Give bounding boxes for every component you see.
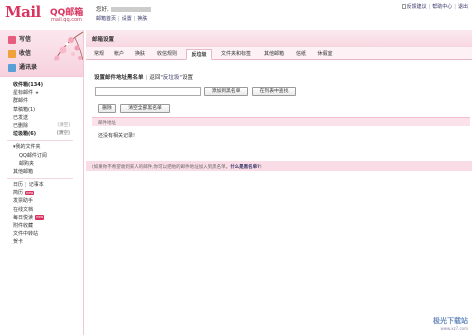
sidebar-item-attachments[interactable]: 附件收藏 (13, 222, 83, 230)
delete-button[interactable]: 删除 (98, 104, 116, 113)
sidebar-item-sent[interactable]: 已发送 (13, 114, 83, 122)
empty-state-message: 还没有相关记录! (98, 133, 136, 139)
header-links: 邮箱首页 | 设置 | 换肤 (96, 16, 148, 22)
link-skin[interactable]: 换肤 (137, 16, 147, 22)
inbox-button[interactable]: 收信 (8, 48, 50, 59)
qq-mail-logo[interactable]: Mail QQ邮箱 mail.qq.com (5, 3, 85, 27)
logo-domain: mail.qq.com (51, 17, 82, 23)
page-title: 邮箱设置 (92, 37, 115, 43)
tab-vacation[interactable]: 休假室 (313, 49, 337, 60)
sidebar-item-resume[interactable]: 简历 new (13, 189, 83, 197)
sidebar: 写信 收信 通讯录 收件箱(134) 星标邮件 ★ 群邮件 草稿箱(1) 已发送 … (0, 30, 84, 335)
user-greeting: 您好, (96, 5, 151, 13)
sidebar-item-spam[interactable]: 垃圾箱(6) [清空] (13, 130, 83, 138)
link-settings[interactable]: 设置 (122, 16, 132, 22)
tab-account[interactable]: 帐户 (110, 49, 128, 60)
sidebar-item-invoice[interactable]: 发票助手 (13, 197, 83, 205)
sidebar-item-calendar[interactable]: 日历 (13, 182, 23, 188)
sidebar-item-starred[interactable]: 星标邮件 ★ (13, 89, 83, 97)
blacklist-table-header: 邮件地址 (92, 117, 470, 126)
sidebar-item-subscription[interactable]: QQ邮件订阅 (13, 152, 83, 160)
write-button[interactable]: 写信 (8, 34, 50, 45)
contacts-icon (8, 63, 16, 72)
my-folders-toggle[interactable]: ▾我的文件夹 (13, 143, 83, 151)
envelope-icon (8, 49, 16, 58)
header: Mail QQ邮箱 mail.qq.com 您好, 邮箱首页 | 设置 | 换肤 反馈建… (0, 0, 474, 30)
top-right-links: 反馈建议 | 帮助中心 | 退出 (401, 3, 468, 10)
calendar-notebook-row: 日历 | 记事本 (13, 182, 44, 189)
pencil-icon (8, 35, 16, 44)
feedback-icon (401, 4, 406, 9)
site-watermark: 极光下载站 www.xz7.com (433, 317, 468, 331)
user-name-redacted (110, 7, 151, 12)
contacts-button[interactable]: 通讯录 (8, 62, 50, 73)
add-to-blacklist-button[interactable]: 添加到黑名单 (204, 87, 248, 96)
tab-stationery[interactable]: 信纸 (292, 49, 310, 60)
main-panel: 邮箱设置 常规 帐户 换肤 收信规则 反垃圾 文件夹和标签 其他邮箱 信纸 休假… (86, 30, 474, 335)
sidebar-item-drafts[interactable]: 草稿箱(1) (13, 106, 83, 114)
back-to-antispam-link[interactable]: 反垃圾 (163, 75, 180, 81)
sidebar-item-deleted[interactable]: 已删除 [清空] (13, 122, 83, 130)
sidebar-item-reading[interactable]: 每日悦读 new (13, 214, 83, 222)
sidebar-item-cards[interactable]: 贺卡 (13, 238, 83, 246)
search-in-list-button[interactable]: 在列表中查找 (252, 87, 296, 96)
link-help[interactable]: 帮助中心 (432, 4, 452, 10)
new-badge: new (25, 190, 35, 195)
link-logout[interactable]: 退出 (458, 4, 468, 10)
sidebar-item-other-mailbox[interactable]: 其他邮箱 (13, 168, 83, 176)
sidebar-item-docs[interactable]: 在线文档 (13, 206, 83, 214)
blacklist-address-input[interactable] (95, 87, 201, 96)
tab-rules[interactable]: 收信规则 (152, 49, 182, 60)
settings-tabs: 常规 帐户 换肤 收信规则 反垃圾 文件夹和标签 其他邮箱 信纸 休假室 (86, 47, 472, 60)
sidebar-item-notebook[interactable]: 记事本 (29, 182, 44, 188)
tab-other-mailbox[interactable]: 其他邮箱 (259, 49, 289, 60)
column-email-address: 邮件地址 (98, 121, 116, 126)
blacklist-help-bar: (如果你不希望收到某人的邮件,你可以把他的邮件地址加入到黑名单。什么是黑名单?) (86, 161, 472, 171)
tab-folders-labels[interactable]: 文件夹和标签 (216, 49, 256, 60)
folder-list: 收件箱(134) 星标邮件 ★ 群邮件 草稿箱(1) 已发送 已删除 [清空] 垃圾… (0, 77, 83, 247)
clear-blacklist-button[interactable]: 清空全部黑名单 (120, 104, 170, 113)
link-feedback[interactable]: 反馈建议 (407, 4, 427, 10)
new-badge: new (35, 215, 45, 220)
settings-title-bar: 邮箱设置 (86, 30, 472, 47)
divider (7, 178, 73, 180)
divider (7, 140, 73, 142)
link-home[interactable]: 邮箱首页 (96, 16, 116, 22)
sidebar-actions: 写信 收信 通讯录 (0, 30, 83, 77)
tab-skin[interactable]: 换肤 (131, 49, 149, 60)
logo-mark: Mail (5, 3, 41, 21)
clear-deleted-link[interactable]: [清空] (57, 122, 70, 130)
sidebar-item-shopping[interactable]: 邮购夹 (13, 160, 83, 168)
star-icon: ★ (35, 91, 40, 97)
sidebar-item-file-transfer[interactable]: 文件中转站 (13, 230, 83, 238)
sidebar-item-group[interactable]: 群邮件 (13, 97, 83, 105)
sidebar-item-inbox[interactable]: 收件箱(134) (13, 81, 83, 89)
tab-general[interactable]: 常规 (90, 49, 108, 60)
clear-spam-link[interactable]: [清空] (57, 130, 70, 138)
section-title: 设置邮件地址黑名单 | 返回"反垃圾"设置 (94, 75, 193, 81)
tab-antispam[interactable]: 反垃圾 (186, 49, 212, 60)
what-is-blacklist-link[interactable]: 什么是黑名单? (230, 165, 260, 170)
